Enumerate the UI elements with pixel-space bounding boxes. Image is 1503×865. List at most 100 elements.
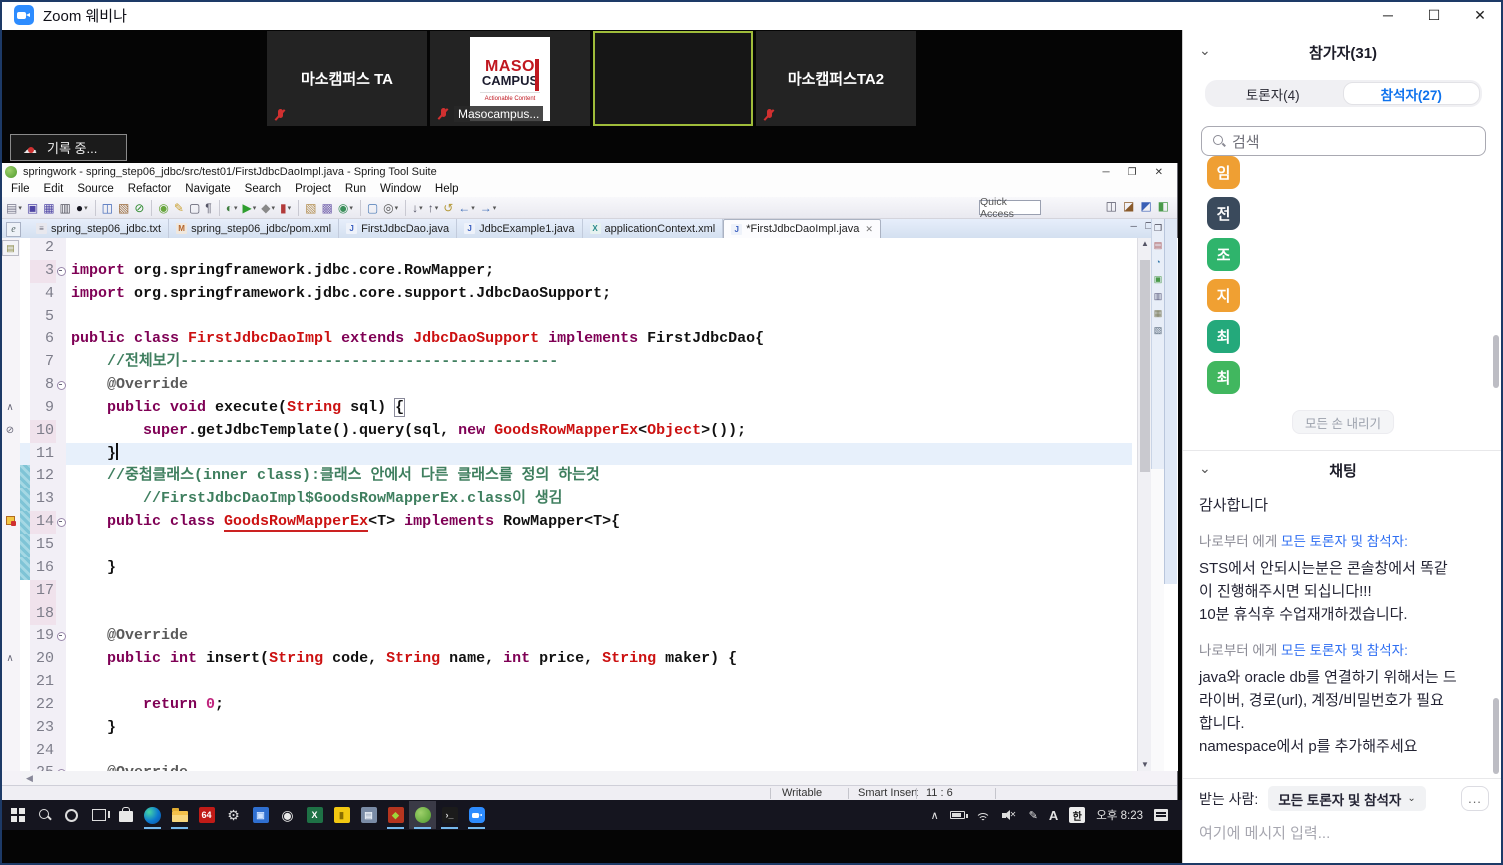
task-list-view-icon[interactable]: ◔ (1155, 257, 1160, 267)
save-all-icon[interactable]: ▦ (41, 199, 56, 217)
taskbar-settings-icon[interactable]: ⚙ (220, 801, 247, 829)
participant-avatar-4[interactable]: 지 (1207, 279, 1240, 312)
taskbar-photos-icon[interactable]: ▣ (247, 801, 274, 829)
new-wizard-icon[interactable]: ▤ ▾ (4, 199, 24, 217)
gutter-marks[interactable] (0, 579, 20, 603)
line-number[interactable]: 25 (30, 762, 56, 771)
gutter-marks[interactable] (0, 282, 20, 306)
line-number[interactable]: 8 (30, 374, 56, 397)
snippets-view-icon[interactable]: ▦ (1154, 308, 1163, 318)
gutter-marks[interactable] (0, 511, 20, 534)
quick-access-box[interactable]: Quick Access (979, 196, 1041, 220)
participant-avatar-1[interactable]: 임 (1207, 156, 1240, 189)
gutter-marks[interactable] (0, 328, 20, 352)
menu-navigate[interactable]: Navigate (178, 183, 237, 195)
taskbar-search-icon[interactable] (31, 801, 58, 829)
sts-close-button[interactable]: ✕ (1155, 167, 1163, 178)
video-tile-2[interactable]: MASO CAMPUS Actionable Content Masocampus..… (430, 31, 590, 126)
gutter-marks[interactable] (0, 533, 20, 557)
spring-perspective-icon[interactable]: ◧ (1158, 199, 1169, 213)
open-task-icon[interactable]: ▢ (365, 199, 380, 217)
ime-latin-indicator[interactable]: A (1049, 808, 1058, 823)
line-number[interactable]: 14 (30, 511, 56, 534)
pen-icon[interactable]: ✎ (1029, 809, 1038, 822)
package-explorer-trim-icon[interactable]: ▤ (2, 240, 19, 256)
line-number[interactable]: 19 (30, 625, 56, 649)
gutter-marks[interactable] (0, 602, 20, 626)
video-tile-3[interactable] (593, 31, 753, 126)
line-number[interactable]: 3 (30, 259, 56, 283)
participant-avatar-2[interactable]: 전 (1207, 197, 1240, 230)
taskbar-file-explorer-icon[interactable] (166, 801, 193, 829)
word-wrap-icon[interactable]: ¶ (203, 199, 213, 217)
editor-horizontal-scrollbar[interactable]: ◀ (22, 771, 1132, 785)
lower-all-hands-button[interactable]: 모든 손 내리기 (1292, 410, 1394, 434)
fold-marker[interactable] (56, 625, 66, 649)
video-tile-1[interactable]: 마소캠퍼스 TA (267, 31, 427, 126)
editor-tab-5[interactable]: XapplicationContext.xml (583, 219, 724, 238)
servers-view-icon[interactable]: ▥ (1154, 291, 1163, 301)
gutter-marks[interactable] (0, 374, 20, 397)
recording-badge[interactable]: ☁ 기록 중... (10, 134, 127, 161)
line-number[interactable]: 21 (30, 671, 56, 694)
taskbar-cortana-icon[interactable] (58, 801, 85, 829)
fold-marker[interactable] (56, 511, 66, 534)
wifi-icon[interactable] (975, 810, 991, 821)
tray-chevron-icon[interactable]: ∧ (931, 809, 939, 822)
fold-marker[interactable] (56, 374, 66, 397)
line-number[interactable]: 10 (30, 419, 56, 443)
menu-help[interactable]: Help (428, 183, 466, 195)
menu-run[interactable]: Run (338, 183, 373, 195)
gutter-marks[interactable] (0, 465, 20, 489)
line-number[interactable]: 20 (30, 648, 56, 672)
next-annotation-icon[interactable]: ↓ ▾ (410, 199, 425, 217)
run-external-tools-icon[interactable]: ◆ ▾ (259, 199, 277, 217)
close-button[interactable]: ✕ (1457, 0, 1503, 30)
editor-tab-1[interactable]: ≡ spring_step06_jdbc.txt (29, 219, 170, 238)
new-server-icon[interactable]: ▢ (187, 199, 202, 217)
spring-explorer-view-icon[interactable]: ▣ (1154, 274, 1163, 284)
line-number[interactable]: 18 (30, 602, 56, 626)
restore-view-icon[interactable]: ❐ (1154, 223, 1162, 233)
gutter-marks[interactable] (0, 259, 20, 283)
taskbar-power-bi-icon[interactable]: ▮ (328, 801, 355, 829)
recipient-link[interactable]: 모든 토론자 및 참석자: (1281, 643, 1408, 658)
taskbar-edge-icon[interactable] (139, 801, 166, 829)
gutter-marks[interactable] (0, 716, 20, 740)
chat-scrollbar-thumb[interactable] (1493, 698, 1499, 774)
editor-minimize-icon[interactable]: ─ (1131, 221, 1137, 232)
editor-tab-6[interactable]: J *FirstJdbcDaoImpl.java ✕ (723, 219, 881, 238)
run-icon[interactable]: ▶ ▾ (241, 199, 259, 217)
menu-source[interactable]: Source (70, 183, 120, 195)
taskbar-zoom-app-icon[interactable] (463, 801, 490, 829)
tab-attendees[interactable]: 참석자(27) (1342, 82, 1480, 105)
fold-marker[interactable] (56, 762, 66, 771)
gutter-marks[interactable] (0, 305, 20, 329)
new-class-icon[interactable]: ◉ ▾ (336, 199, 355, 217)
new-package-icon[interactable]: ▩ (319, 199, 334, 217)
line-number[interactable]: 5 (30, 305, 56, 329)
mark-occurrences-icon[interactable]: ✎ (172, 199, 186, 217)
participants-search-input[interactable]: 검색 (1201, 126, 1486, 156)
taskbar-app-64-icon[interactable]: 64 (193, 801, 220, 829)
line-number[interactable]: 23 (30, 716, 56, 740)
java-perspective-icon[interactable]: ◩ (1140, 199, 1151, 213)
ime-korean-indicator[interactable]: 한 (1069, 807, 1086, 823)
forward-icon[interactable]: → ▾ (478, 199, 499, 217)
editor-tab-4[interactable]: J JdbcExample1.java (457, 219, 583, 238)
open-console-icon[interactable]: ◫ (100, 199, 115, 217)
save-icon[interactable]: ▣ (25, 199, 40, 217)
tab-panelists[interactable]: 토론자(4) (1205, 80, 1341, 107)
code-editor[interactable]: 2 3 import org.springframework.jdbc.core.R… (0, 238, 1178, 771)
taskbar-powertoys-icon[interactable]: ◉ (274, 801, 301, 829)
editor-tab-2[interactable]: Mspring_step06_jdbc/pom.xml (169, 219, 340, 238)
line-number[interactable]: 9 (30, 396, 56, 420)
spring-dashboard-icon[interactable]: ◉ (156, 199, 170, 217)
recipient-link[interactable]: 모든 토론자 및 참석자: (1281, 534, 1408, 549)
user-account-icon[interactable]: ● ▾ (74, 199, 90, 217)
taskbar-task-view-icon[interactable] (85, 801, 112, 829)
gutter-marks[interactable] (0, 625, 20, 649)
line-number[interactable]: 22 (30, 693, 56, 717)
line-number[interactable]: 16 (30, 556, 56, 580)
gutter-marks[interactable]: ∧ (0, 396, 20, 420)
